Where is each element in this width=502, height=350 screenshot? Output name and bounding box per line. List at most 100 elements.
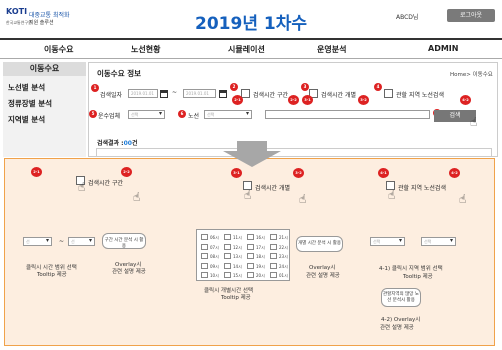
top-nav: 이동수요 노선현황 시뮬레이션 운영분석 ADMIN [0, 38, 502, 59]
badge-3-2: 3-2 [358, 95, 369, 105]
region-label: 관할 지역 노선검색 [396, 92, 444, 99]
pointer-hand-icon: ☝ [133, 190, 141, 204]
hour-checkbox[interactable] [201, 262, 208, 269]
each-overlay-caption2: 관련 설명 제공 [306, 273, 340, 279]
sidebar-item-region[interactable]: 지역별 분석 [8, 114, 45, 125]
badge-2-2: 2-2 [288, 95, 299, 105]
hour-checkbox[interactable] [247, 272, 254, 278]
hour-checkbox[interactable] [247, 262, 254, 269]
hour-label: 18시 [256, 254, 265, 259]
hour-checkbox[interactable] [247, 243, 254, 250]
badge-2-1: 2-1 [31, 167, 42, 177]
time-range-label: 검색시간 구간 [253, 92, 289, 99]
hour-checkbox[interactable] [224, 234, 231, 240]
time-from-select[interactable]: 선 [23, 237, 52, 246]
badge-4-1: 4-1 [378, 168, 389, 178]
date-to-input[interactable]: 2019.01.01 [183, 89, 216, 98]
badge-3: 3 [301, 83, 309, 91]
hour-label: 06시 [210, 235, 219, 240]
nav-item-routes[interactable]: 노선현황 [131, 44, 160, 55]
calendar-icon[interactable] [160, 90, 168, 98]
region-overlay-caption2: 관련 설명 제공 [380, 325, 414, 331]
hour-label: 24시 [279, 263, 288, 269]
badge-3-1: 3-1 [302, 95, 313, 105]
hour-label: 08시 [210, 254, 219, 259]
time-each-label: 검색시간 개별 [255, 185, 291, 192]
sidebar-item-stop[interactable]: 정류장별 분석 [8, 98, 52, 109]
sidebar-header: 이동수요 [3, 62, 86, 76]
date-from-input[interactable]: 2019.01.01 [128, 89, 158, 98]
region-select-1[interactable]: 선택 [370, 237, 405, 246]
badge-2-1: 2-1 [232, 95, 243, 105]
time-to-select[interactable]: 선 [68, 237, 95, 246]
badge-5: 5 [89, 110, 97, 118]
hour-checkbox[interactable] [224, 262, 231, 269]
region-caption-tooltip: Tooltip 제공 [403, 274, 433, 280]
page-main-title: 2019년 1차수 [195, 14, 307, 34]
operator-label: 운수업체 [98, 113, 121, 120]
sidebar-item-route[interactable]: 노선별 분석 [8, 82, 45, 93]
user-name: ABCD님 [396, 14, 419, 21]
hour-label: 09시 [210, 263, 219, 269]
result-label: 검색결과 : [97, 140, 124, 147]
date-label: 검색일자 [100, 92, 123, 99]
badge-2-2: 2-2 [121, 167, 132, 177]
hour-checkbox[interactable] [247, 234, 254, 240]
time-tilde: ~ [59, 238, 65, 245]
logout-button[interactable]: 로그아웃 [447, 9, 495, 22]
page-title: 이동수요 정보 [97, 69, 142, 78]
range-overlay-caption2: 관련 설명 제공 [112, 269, 146, 275]
hour-checkbox[interactable] [201, 253, 208, 259]
hour-checkbox[interactable] [224, 243, 231, 250]
badge-4-2: 4-2 [460, 95, 471, 105]
hour-checkbox[interactable] [247, 253, 254, 259]
hour-checkbox[interactable] [201, 272, 208, 278]
pointer-hand-icon: ☝ [470, 115, 478, 129]
nav-item-simulation[interactable]: 시뮬레이션 [228, 44, 265, 55]
date-tilde: ~ [172, 89, 178, 96]
hour-checkbox[interactable] [201, 243, 208, 250]
hour-label: 10시 [210, 273, 219, 278]
hour-checkbox[interactable] [270, 262, 277, 269]
operator-select[interactable]: 선택 [128, 110, 165, 119]
pointer-hand-icon: ☝ [459, 192, 467, 206]
hour-grid: 06시 07시 08시 09시 10시 11시 12시 13시 14시 15시 16시 17시 18시 1… [196, 229, 290, 281]
range-overlay-popup: 구간 시간 분석 시 활용 [102, 233, 146, 249]
badge-3-2: 3-2 [293, 168, 304, 178]
hour-label: 15시 [233, 273, 242, 278]
hour-label: 20시 [256, 273, 265, 278]
hour-checkbox[interactable] [201, 234, 208, 240]
region-select-2[interactable]: 선택 [421, 237, 456, 246]
time-each-label: 검색시간 개별 [321, 92, 357, 99]
hour-label: 11시 [233, 235, 242, 240]
badge-3-1: 3-1 [231, 168, 242, 178]
region-caption: 4-1) 클릭시 지역 범위 선택 [379, 266, 443, 272]
hour-checkbox[interactable] [224, 253, 231, 259]
region-overlay-popup: 관할지역의 많망 노선 분석시 활용 [381, 288, 421, 307]
nav-item-operation[interactable]: 운영분석 [317, 44, 346, 55]
badge-4-2: 4-2 [449, 168, 460, 178]
hour-checkbox[interactable] [270, 253, 277, 259]
each-caption-tooltip: Tooltip 제공 [221, 295, 251, 301]
hour-label: 23시 [279, 254, 288, 259]
down-arrow-icon [223, 141, 281, 167]
hour-label: 12시 [233, 244, 242, 250]
hour-checkbox[interactable] [270, 243, 277, 250]
calendar-icon[interactable] [219, 90, 227, 98]
pointer-hand-icon: ☝ [78, 180, 86, 194]
route-search-input[interactable] [265, 110, 430, 119]
route-select[interactable]: 선택 [204, 110, 252, 119]
region-overlay-caption: 4-2) Overlay시 [381, 317, 421, 323]
result-unit: 건 [131, 140, 138, 147]
hour-label: 22시 [279, 244, 288, 250]
badge-2: 2 [230, 83, 238, 91]
hour-checkbox[interactable] [270, 272, 277, 278]
hour-label: 07시 [210, 244, 219, 250]
hour-label: 13시 [233, 254, 242, 259]
nav-item-demand[interactable]: 이동수요 [44, 44, 73, 55]
region-checkbox[interactable] [384, 89, 393, 98]
nav-item-admin[interactable]: ADMIN [428, 44, 458, 53]
hour-checkbox[interactable] [270, 234, 277, 240]
hour-label: 16시 [256, 235, 265, 240]
hour-checkbox[interactable] [224, 272, 231, 278]
